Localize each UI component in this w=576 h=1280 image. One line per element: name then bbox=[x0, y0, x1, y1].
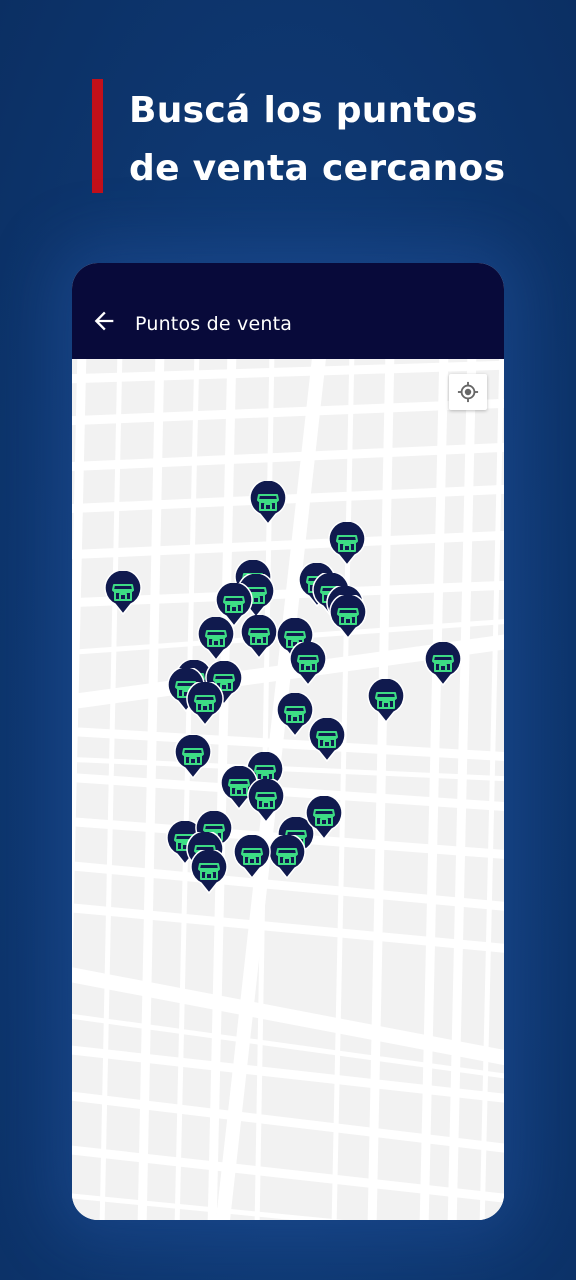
store-marker[interactable] bbox=[186, 682, 224, 726]
store-icon bbox=[197, 617, 235, 661]
store-marker[interactable] bbox=[174, 735, 212, 779]
my-location-icon bbox=[457, 381, 479, 403]
map-view[interactable] bbox=[72, 359, 504, 1220]
store-icon bbox=[329, 595, 367, 639]
store-icon bbox=[174, 735, 212, 779]
store-marker[interactable] bbox=[249, 481, 287, 525]
store-marker[interactable] bbox=[289, 642, 327, 686]
my-location-button[interactable] bbox=[449, 374, 487, 410]
store-icon bbox=[249, 481, 287, 525]
store-marker[interactable] bbox=[308, 718, 346, 762]
accent-bar bbox=[92, 79, 103, 193]
store-marker[interactable] bbox=[233, 835, 271, 879]
store-icon bbox=[367, 679, 405, 723]
store-icon bbox=[190, 850, 228, 894]
store-icon bbox=[104, 571, 142, 615]
app-bar: Puntos de venta bbox=[72, 263, 504, 359]
store-marker[interactable] bbox=[367, 679, 405, 723]
store-marker[interactable] bbox=[104, 571, 142, 615]
store-icon bbox=[424, 642, 462, 686]
store-marker[interactable] bbox=[240, 615, 278, 659]
store-icon bbox=[328, 522, 366, 566]
headline-line-1: Buscá los puntos bbox=[129, 90, 478, 131]
back-button[interactable] bbox=[90, 307, 118, 335]
store-icon bbox=[268, 835, 306, 879]
store-marker[interactable] bbox=[190, 850, 228, 894]
store-icon bbox=[305, 796, 343, 840]
store-marker[interactable] bbox=[268, 835, 306, 879]
store-marker[interactable] bbox=[305, 796, 343, 840]
store-marker[interactable] bbox=[329, 595, 367, 639]
phone-screen: Puntos de venta bbox=[72, 263, 504, 1220]
store-marker[interactable] bbox=[197, 617, 235, 661]
store-marker[interactable] bbox=[328, 522, 366, 566]
store-icon bbox=[289, 642, 327, 686]
store-icon bbox=[186, 682, 224, 726]
page-title: Puntos de venta bbox=[135, 313, 293, 335]
street-grid bbox=[72, 359, 504, 1220]
store-marker[interactable] bbox=[424, 642, 462, 686]
headline-line-2: de venta cercanos bbox=[129, 148, 506, 189]
store-icon bbox=[240, 615, 278, 659]
arrow-left-icon bbox=[94, 311, 114, 331]
store-icon bbox=[308, 718, 346, 762]
headline: Buscá los puntos de venta cercanos bbox=[129, 82, 549, 198]
store-icon bbox=[233, 835, 271, 879]
